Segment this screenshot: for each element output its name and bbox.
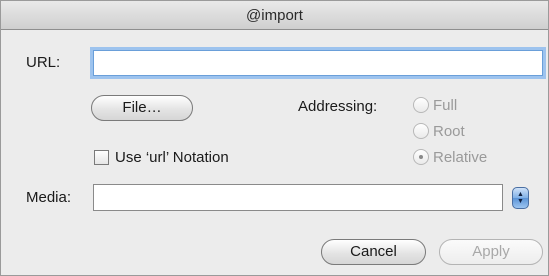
url-notation-checkbox[interactable] <box>94 149 109 165</box>
url-notation-label: Use ‘url’ Notation <box>115 148 229 166</box>
apply-button[interactable]: Apply <box>439 239 543 265</box>
addressing-option-full[interactable]: Full <box>413 95 457 115</box>
url-label: URL: <box>26 54 61 71</box>
radio-selected-dot <box>419 155 423 159</box>
cancel-button[interactable]: Cancel <box>321 239 426 265</box>
url-input[interactable] <box>93 50 543 76</box>
up-down-arrows-icon[interactable]: ▲ ▼ <box>512 187 529 209</box>
addressing-option-root-label: Root <box>433 122 465 140</box>
window-title: @import <box>1 1 548 30</box>
addressing-option-root[interactable]: Root <box>413 121 465 141</box>
addressing-option-full-label: Full <box>433 96 458 114</box>
addressing-option-relative[interactable]: Relative <box>413 147 487 167</box>
media-input[interactable] <box>93 184 503 211</box>
radio-button[interactable] <box>413 97 429 113</box>
stepper-down-arrow: ▼ <box>517 198 524 205</box>
radio-button[interactable] <box>413 123 429 139</box>
file-button[interactable]: File… <box>91 95 193 121</box>
url-notation-checkbox-row[interactable]: Use ‘url’ Notation <box>94 147 229 167</box>
media-label: Media: <box>26 189 72 206</box>
radio-button-selected[interactable] <box>413 149 429 165</box>
import-dialog: @import URL: File… Addressing: Full Root… <box>0 0 549 276</box>
stepper-up-arrow: ▲ <box>517 191 524 198</box>
addressing-option-relative-label: Relative <box>433 148 488 166</box>
addressing-label: Addressing: <box>298 98 378 115</box>
